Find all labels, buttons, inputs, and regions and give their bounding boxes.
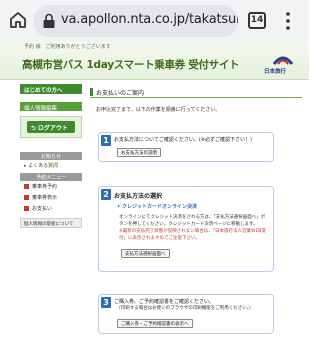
page-title: お支払いのご案内 bbox=[90, 86, 302, 98]
ticket-confirmation-display-button[interactable]: ご購入券・ご予約確認書の表示へ bbox=[117, 319, 193, 328]
step-number: 1 bbox=[101, 135, 111, 146]
logout-label: ログアウト bbox=[37, 125, 68, 132]
logout-icon: ⮌ bbox=[31, 125, 38, 132]
more-menu-icon[interactable] bbox=[286, 12, 290, 30]
sidebar-section-menu: 予約メニュー bbox=[20, 173, 82, 181]
step-1-panel: 1 お支払方法についてご確認ください。(※必ずご確認下さい！) お支払方法の説明 bbox=[98, 132, 274, 162]
logout-button[interactable]: ⮌ ログアウト bbox=[27, 121, 75, 133]
step-title: お支払方法についてご確認ください。(※必ずご確認下さい！) bbox=[114, 137, 252, 143]
step-title: お支払方法の選択 bbox=[114, 193, 163, 200]
step-number: 3 bbox=[101, 297, 111, 308]
tab-switcher-button[interactable]: 14 bbox=[248, 12, 266, 29]
step-2-body: オンラインにてクレジット決済をされる方は、「支払方法選択画面へ」ボタンを押してく… bbox=[119, 215, 266, 227]
payment-method-explanation-button[interactable]: お支払方法の説明 bbox=[117, 148, 161, 157]
sidebar-section-help: お知らせ bbox=[20, 152, 82, 160]
sidebar-item-label: 乗車券予約 bbox=[32, 184, 58, 190]
bullet-icon bbox=[24, 195, 29, 200]
sidebar: はじめての方へ 個人情報編集 ⮌ ログアウト お知らせ ▸ よくある質問 予約メ… bbox=[20, 84, 82, 228]
sidebar-item-ticket-display[interactable]: 乗車券表示 bbox=[20, 192, 82, 203]
step-2-note: ※最新の支払完了状態が反映されない場合は、「日本旅行法人営業WEB受付」に表示さ… bbox=[119, 229, 266, 241]
site-title: 高槻市営バス 1dayスマート乗車券 受付サイト bbox=[22, 59, 240, 71]
home-icon[interactable] bbox=[8, 10, 28, 30]
intro-text: お申込完了まで、以下の作業を順番に行ってください。 bbox=[96, 107, 221, 113]
privacy-policy-link[interactable]: 個人情報の取扱について bbox=[20, 218, 82, 228]
bullet-icon bbox=[24, 184, 29, 189]
address-bar[interactable]: va.apollon.nta.co.jp/takatsuki/k bbox=[33, 5, 238, 37]
user-greeting: 予約 様 ご利用ありがとうございます bbox=[24, 44, 111, 50]
sidebar-item-ticket-reserve[interactable]: 乗車券予約 bbox=[20, 181, 82, 192]
sidebar-item-label: 乗車券表示 bbox=[32, 195, 58, 201]
step-2-panel: 2 お支払方法の選択 • クレジットカードオンライン決済 オンラインにてクレジッ… bbox=[98, 186, 274, 272]
payment-method-select-button[interactable]: 支払方法選択画面へ bbox=[121, 249, 170, 258]
browser-toolbar: va.apollon.nta.co.jp/takatsuki/k 14 bbox=[0, 0, 309, 42]
sidebar-item-label: お支払い bbox=[32, 206, 53, 212]
logout-panel: ⮌ ログアウト bbox=[20, 116, 82, 138]
step-3-note: (印刷する場合はお使いのブラウザの印刷機能をご利用ください。) bbox=[119, 306, 251, 311]
lock-icon bbox=[43, 13, 55, 28]
logo-text: 日本旅行 bbox=[264, 69, 287, 75]
sidebar-item-personal-info[interactable]: 個人情報編集 bbox=[20, 102, 82, 112]
main-content: お支払いのご案内 お申込完了まで、以下の作業を順番に行ってください。 bbox=[90, 86, 302, 113]
sidebar-item-payment[interactable]: お支払い bbox=[20, 203, 82, 214]
sidebar-item-beginners[interactable]: はじめての方へ bbox=[20, 84, 82, 94]
step-3-panel: 3 ご購入券、ご予約確認書をご確認ください。 (印刷する場合はお使いのブラウザの… bbox=[98, 294, 274, 334]
faq-label: よくある質問 bbox=[28, 163, 59, 169]
site-header: 予約 様 ご利用ありがとうございます 高槻市営バス 1dayスマート乗車券 受付… bbox=[0, 42, 309, 80]
url-text: va.apollon.nta.co.jp/takatsuki/k bbox=[61, 12, 238, 27]
sidebar-item-faq[interactable]: ▸ よくある質問 bbox=[20, 160, 82, 171]
step-number: 2 bbox=[101, 189, 111, 200]
credit-card-option: • クレジットカードオンライン決済 bbox=[117, 204, 197, 210]
bullet-icon bbox=[24, 206, 29, 211]
credit-card-option-label: クレジットカードオンライン決済 bbox=[121, 204, 197, 210]
step-title: ご購入券、ご予約確認書をご確認ください。 bbox=[114, 299, 215, 305]
step-2-description: オンラインにてクレジット決済をされる方は、「支払方法選択画面へ」ボタンを押してく… bbox=[119, 214, 269, 242]
